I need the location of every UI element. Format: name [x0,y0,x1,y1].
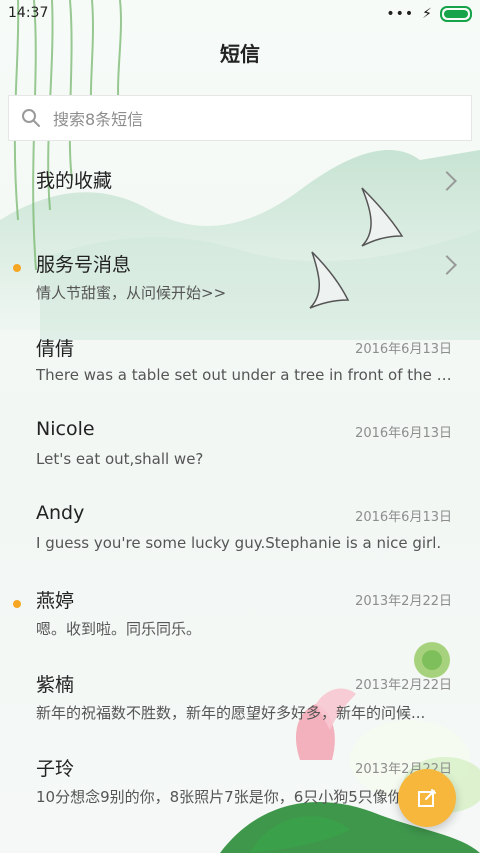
conversation-preview: There was a table set out under a tree i… [36,366,452,384]
conversation-row[interactable]: 燕婷 2013年2月22日 嗯。收到啦。同乐同乐。 [0,570,480,654]
conversation-preview: I guess you're some lucky guy.Stephanie … [36,534,442,552]
conversation-title: 子玲 [36,758,75,780]
conversation-title: Andy [36,502,85,524]
conversation-preview: 新年的祝福数不胜数，新年的愿望好多好多，新年的问候... [36,704,426,722]
conversation-title: 紫楠 [36,674,75,696]
conversation-row[interactable]: Nicole 2016年6月13日 Let's eat out,shall we… [0,402,480,486]
conversation-title: 我的收藏 [36,170,113,192]
compose-button[interactable] [398,769,456,827]
search-placeholder: 搜索8条短信 [53,110,144,129]
conversation-title: Nicole [36,418,95,440]
conversation-title: 倩倩 [36,338,75,360]
battery-icon [440,6,472,22]
unread-dot [13,600,21,608]
status-bar: 14:37 ••• ⚡ [0,0,480,28]
search-input[interactable]: 搜索8条短信 [8,95,472,141]
unread-dot [13,264,21,272]
conversation-row[interactable]: 倩倩 2016年6月13日 There was a table set out … [0,318,480,402]
search-icon [22,109,40,127]
conversation-row[interactable]: 紫楠 2013年2月22日 新年的祝福数不胜数，新年的愿望好多好多，新年的问候.… [0,654,480,738]
conversation-date: 2016年6月13日 [355,342,452,357]
chevron-right-icon [437,255,457,275]
conversation-title: 服务号消息 [36,254,132,276]
status-time: 14:37 [8,5,49,21]
conversation-preview: 嗯。收到啦。同乐同乐。 [36,620,202,638]
conversation-preview: Let's eat out,shall we? [36,450,204,468]
conversation-date: 2013年2月22日 [355,594,452,609]
status-right: ••• ⚡ [386,6,472,22]
conversation-preview: 情人节甜蜜，从问候开始>> [36,284,227,302]
conversation-date: 2016年6月13日 [355,510,452,525]
conversation-preview: 10分想念9别的你，8张照片7张是你，6只小狗5只像你 [36,788,403,806]
conversation-date: 2016年6月13日 [355,426,452,441]
signal-dots-icon: ••• [386,6,415,22]
conversation-date: 2013年2月22日 [355,678,452,693]
compose-icon [418,789,436,807]
chevron-right-icon [437,171,457,191]
conversation-title: 燕婷 [36,590,75,612]
page-title: 短信 [220,42,260,66]
conversation-row-service-messages[interactable]: 服务号消息 情人节甜蜜，从问候开始>> [0,234,480,318]
charging-icon: ⚡ [422,6,432,22]
conversation-row[interactable]: Andy 2016年6月13日 I guess you're some luck… [0,486,480,570]
conversation-row-favorites[interactable]: 我的收藏 [0,150,480,234]
